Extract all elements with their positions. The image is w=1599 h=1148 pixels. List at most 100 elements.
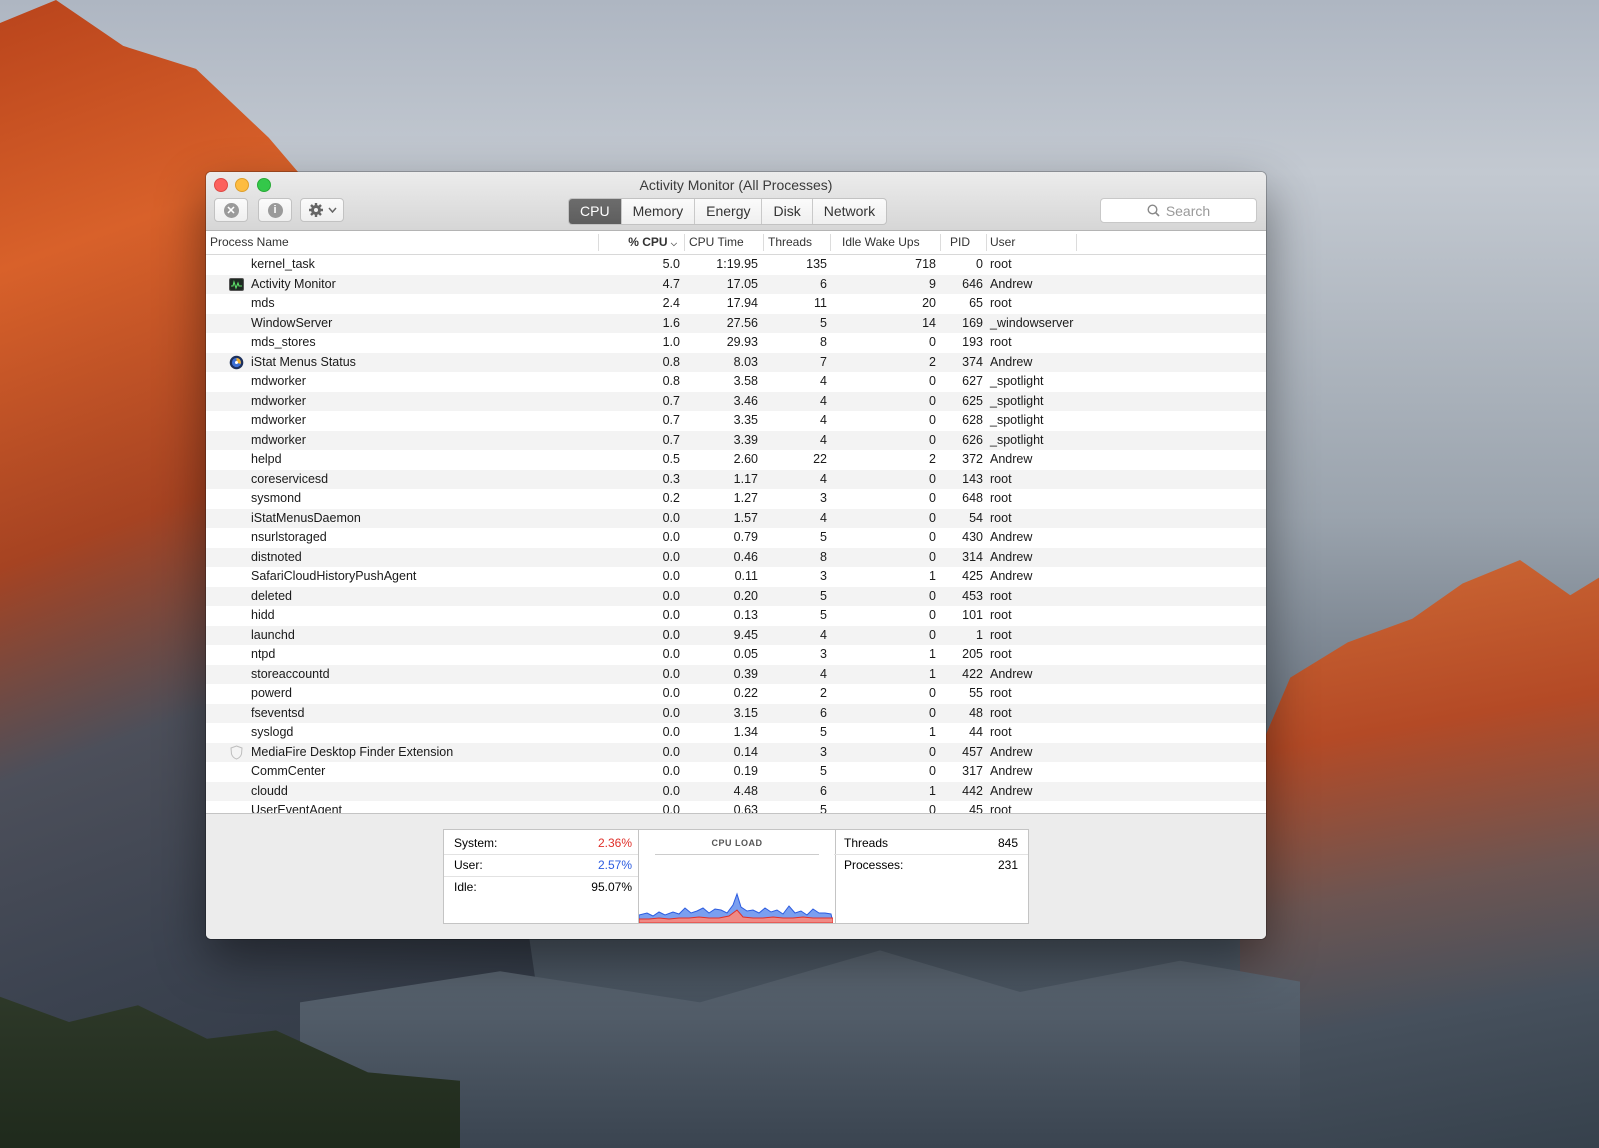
user-cell: root (990, 471, 1012, 486)
cpu-cell: 0.0 (662, 803, 680, 813)
cpu-cell: 0.0 (662, 783, 680, 798)
column-pid[interactable]: PID (946, 231, 986, 254)
column-cpu[interactable]: % CPU ⌵ (599, 231, 681, 254)
process-name-cell: mdworker (251, 374, 306, 388)
table-row[interactable]: mdworker 0.7 3.46 4 0 625 _spotlight (206, 391, 1266, 411)
table-row[interactable]: mds_stores 1.0 29.93 8 0 193 root (206, 333, 1266, 353)
user-cell: Andrew (990, 569, 1033, 583)
cpu-time-cell: 17.94 (726, 296, 758, 310)
column-cpu-label: % CPU (628, 235, 668, 249)
threads-cell: 8 (820, 335, 827, 349)
table-row[interactable]: launchd 0.0 9.45 4 0 1 root (206, 625, 1266, 645)
table-row[interactable]: MediaFire Desktop Finder Extension 0.0 0.1… (206, 742, 1266, 762)
cpu-time-cell: 3.35 (733, 413, 758, 427)
table-row[interactable]: iStatMenusDaemon 0.0 1.57 4 0 54 root (206, 508, 1266, 528)
cpu-cell: 0.0 (662, 705, 680, 720)
user-cell: Andrew (990, 744, 1033, 759)
tab-memory[interactable]: Memory (622, 199, 696, 224)
action-menu-button[interactable] (300, 198, 344, 222)
process-name-cell: SafariCloudHistoryPushAgent (251, 569, 417, 583)
table-row[interactable]: WindowServer 1.6 27.56 5 14 169 _windowserver (206, 313, 1266, 333)
search-field[interactable]: Search (1100, 198, 1257, 223)
table-row[interactable]: ntpd 0.0 0.05 3 1 205 root (206, 645, 1266, 665)
tab-cpu[interactable]: CPU (569, 199, 622, 224)
table-row[interactable]: iStat Menus Status 0.8 8.03 7 2 374 Andrew (206, 352, 1266, 372)
table-row[interactable]: cloudd 0.0 4.48 6 1 442 Andrew (206, 781, 1266, 801)
table-row[interactable]: powerd 0.0 0.22 2 0 55 root (206, 684, 1266, 704)
cpu-cell: 2.4 (662, 296, 680, 310)
pid-cell: 314 (962, 549, 983, 564)
table-row[interactable]: mds 2.4 17.94 11 20 65 root (206, 294, 1266, 314)
column-cpu-time[interactable]: CPU Time (685, 231, 765, 254)
idle-wake-ups-cell: 1 (929, 569, 936, 583)
pid-cell: 453 (962, 588, 983, 603)
cpu-load-title: CPU LOAD (711, 838, 763, 848)
process-table: kernel_task 5.0 1:19.95 135 718 0 root Activity… (206, 255, 1266, 813)
table-row[interactable]: deleted 0.0 0.20 5 0 453 root (206, 586, 1266, 606)
table-row[interactable]: sysmond 0.2 1.27 3 0 648 root (206, 489, 1266, 509)
threads-cell: 5 (820, 530, 827, 544)
table-row[interactable]: SafariCloudHistoryPushAgent 0.0 0.11 3 1 425 A… (206, 567, 1266, 587)
table-row[interactable]: Activity Monitor 4.7 17.05 6 9 646 Andrew (206, 274, 1266, 294)
table-row[interactable]: distnoted 0.0 0.46 8 0 314 Andrew (206, 547, 1266, 567)
process-name-cell: iStatMenusDaemon (251, 510, 361, 525)
inspect-process-button[interactable]: i (258, 198, 292, 222)
idle-wake-ups-cell: 0 (929, 491, 936, 505)
user-cell: root (990, 588, 1012, 603)
pid-cell: 45 (969, 803, 983, 813)
table-row[interactable]: storeaccountd 0.0 0.39 4 1 422 Andrew (206, 664, 1266, 684)
stop-process-button[interactable]: ✕ (214, 198, 248, 222)
process-name-cell: nsurlstoraged (251, 530, 327, 544)
tab-energy[interactable]: Energy (695, 199, 763, 224)
table-row[interactable]: fseventsd 0.0 3.15 6 0 48 root (206, 703, 1266, 723)
column-idle-wake-ups[interactable]: Idle Wake Ups (838, 231, 938, 254)
threads-cell: 4 (820, 510, 827, 525)
window-title: Activity Monitor (All Processes) (639, 177, 833, 193)
threads-cell: 4 (820, 413, 827, 427)
table-row[interactable]: hidd 0.0 0.13 5 0 101 root (206, 606, 1266, 626)
stop-icon: ✕ (223, 202, 239, 218)
column-process-name[interactable]: Process Name (206, 231, 598, 254)
user-cell: Andrew (990, 276, 1033, 291)
table-row[interactable]: UserEventAgent 0.0 0.63 5 0 45 root (206, 801, 1266, 813)
cpu-cell: 4.7 (662, 276, 680, 291)
idle-wake-ups-cell: 0 (929, 393, 936, 408)
table-row[interactable]: syslogd 0.0 1.34 5 1 44 root (206, 723, 1266, 743)
pid-cell: 646 (962, 276, 983, 291)
table-row[interactable]: helpd 0.5 2.60 22 2 372 Andrew (206, 450, 1266, 470)
table-row[interactable]: mdworker 0.7 3.39 4 0 626 _spotlight (206, 430, 1266, 450)
table-row[interactable]: mdworker 0.7 3.35 4 0 628 _spotlight (206, 411, 1266, 431)
cpu-time-cell: 2.60 (733, 452, 758, 466)
table-row[interactable]: kernel_task 5.0 1:19.95 135 718 0 root (206, 255, 1266, 275)
column-threads[interactable]: Threads (764, 231, 830, 254)
threads-cell: 4 (820, 432, 827, 447)
cpu-time-cell: 0.22 (733, 686, 758, 700)
cpu-time-cell: 0.11 (734, 569, 758, 583)
table-row[interactable]: CommCenter 0.0 0.19 5 0 317 Andrew (206, 762, 1266, 782)
process-name-cell: ntpd (251, 647, 276, 661)
cpu-cell: 1.6 (662, 315, 680, 330)
table-row[interactable]: mdworker 0.8 3.58 4 0 627 _spotlight (206, 372, 1266, 392)
threads-cell: 6 (820, 276, 827, 291)
pid-cell: 425 (962, 569, 983, 583)
pid-cell: 143 (962, 471, 983, 486)
tab-network[interactable]: Network (813, 199, 886, 224)
tab-disk[interactable]: Disk (762, 199, 813, 224)
column-user[interactable]: User (986, 231, 1076, 254)
idle-wake-ups-cell: 0 (929, 686, 936, 700)
cpu-time-cell: 1.27 (733, 491, 758, 505)
threads-cell: 3 (820, 569, 827, 583)
pid-cell: 627 (962, 374, 983, 388)
cpu-cell: 0.7 (662, 432, 680, 447)
cpu-time-cell: 0.79 (733, 530, 758, 544)
cpu-load-graph (639, 892, 833, 923)
cpu-cell: 0.0 (662, 608, 680, 622)
idle-wake-ups-cell: 0 (929, 588, 936, 603)
threads-cell: 4 (820, 374, 827, 388)
process-name-cell: powerd (251, 686, 292, 700)
user-cell: root (990, 627, 1012, 642)
table-row[interactable]: coreservicesd 0.3 1.17 4 0 143 root (206, 469, 1266, 489)
table-row[interactable]: nsurlstoraged 0.0 0.79 5 0 430 Andrew (206, 528, 1266, 548)
cpu-cell: 0.0 (662, 569, 680, 583)
cpu-cell: 0.0 (662, 764, 680, 778)
